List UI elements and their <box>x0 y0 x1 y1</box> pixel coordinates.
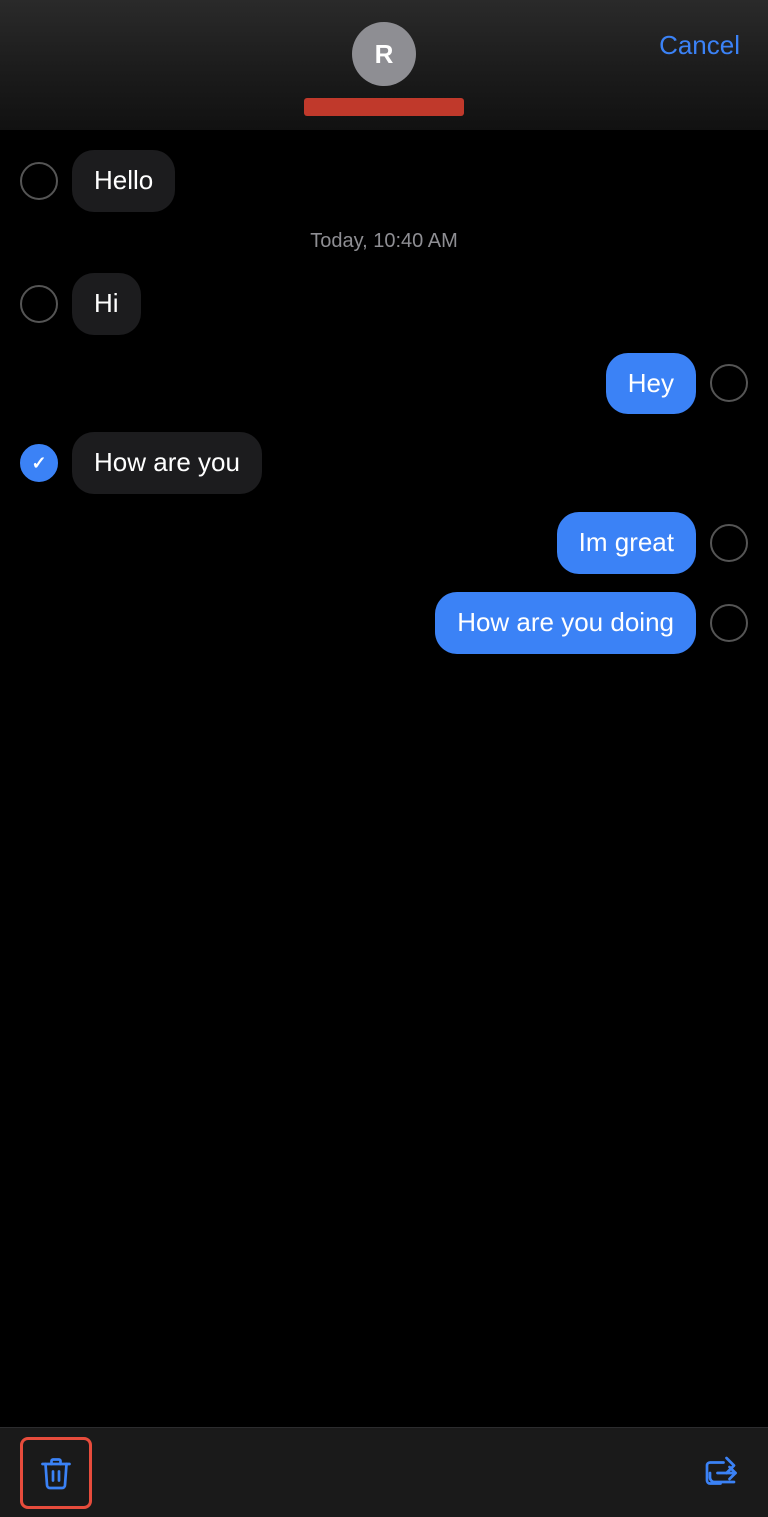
select-circle-hi[interactable] <box>20 285 58 323</box>
share-icon <box>704 1455 740 1491</box>
select-circle-how-are-you[interactable] <box>20 444 58 482</box>
messages-area: Hello Today, 10:40 AM Hi Hey How are you… <box>0 130 768 1427</box>
delete-button[interactable] <box>20 1437 92 1509</box>
header: R Cancel <box>0 0 768 130</box>
message-row: Hey <box>0 353 768 415</box>
select-circle-hey[interactable] <box>710 364 748 402</box>
avatar: R <box>352 22 416 86</box>
bubble-hi: Hi <box>72 273 141 335</box>
timestamp: Today, 10:40 AM <box>0 230 768 253</box>
bubble-hello: Hello <box>72 150 175 212</box>
bubble-how-are-you: How are you <box>72 432 262 494</box>
trash-icon <box>38 1455 74 1491</box>
select-circle-how-are-you-doing[interactable] <box>710 604 748 642</box>
cancel-button[interactable]: Cancel <box>659 30 740 61</box>
message-row: Hi <box>0 273 768 335</box>
select-circle-im-great[interactable] <box>710 524 748 562</box>
message-row: Hello <box>0 150 768 212</box>
message-row: Im great <box>0 512 768 574</box>
bottom-toolbar <box>0 1427 768 1517</box>
message-row: How are you <box>0 432 768 494</box>
bubble-hey: Hey <box>606 353 696 415</box>
contact-name-bar <box>304 98 464 116</box>
bubble-how-are-you-doing: How are you doing <box>435 592 696 654</box>
bubble-im-great: Im great <box>557 512 696 574</box>
share-button[interactable] <box>696 1447 748 1499</box>
select-circle-hello[interactable] <box>20 162 58 200</box>
message-row: How are you doing <box>0 592 768 654</box>
